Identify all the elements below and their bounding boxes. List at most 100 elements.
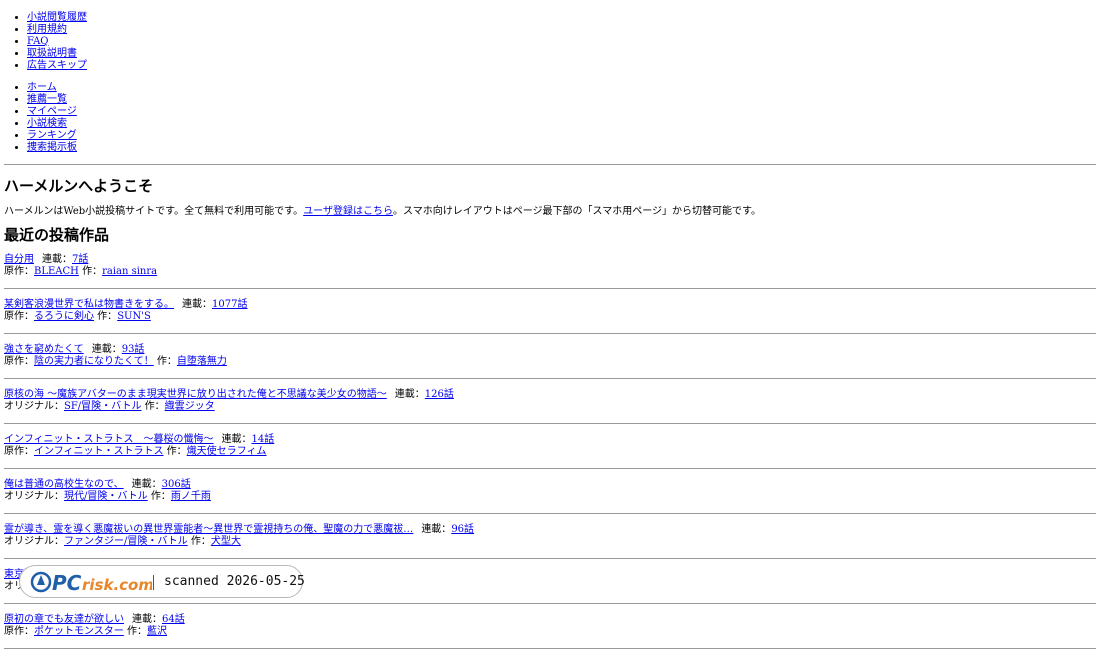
source-link[interactable]: ファンタジー/冒険・バトル (64, 536, 188, 547)
chapter-count-link[interactable]: 1077話 (212, 299, 247, 310)
author-link[interactable]: SUN'S (117, 311, 151, 322)
source-label: オリジナル： (4, 491, 64, 502)
header-nav-link[interactable]: 広告スキップ (27, 60, 87, 71)
work-divider (4, 558, 1096, 559)
work-divider (4, 378, 1096, 379)
work-meta-row: オリジナル：SF/冒険・バトル 作：織雲ジッタ (4, 401, 1096, 413)
page: 小説閲覧履歴利用規約FAQ取扱説明書広告スキップ ホーム推薦一覧マイページ小説検… (0, 0, 1100, 649)
source-label: 原作： (4, 446, 34, 457)
main-nav-item: 推薦一覧 (27, 94, 1096, 106)
work-title-row: 自分用 連載：7話 (4, 254, 1096, 266)
work-divider (4, 333, 1096, 334)
main-nav-link[interactable]: ランキング (27, 130, 77, 141)
work-meta-row: 原作：インフィニット・ストラトス 作：熾天使セラフィム (4, 446, 1096, 458)
work-entry: 霊が導き、霊を導く悪魔祓いの異世界霊能者～異世界で霊視持ちの俺、聖魔の力で悪魔祓… (4, 524, 1096, 559)
source-link[interactable]: 陰の実力者になりたくて！ (34, 356, 154, 367)
source-link[interactable]: BLEACH (34, 266, 79, 277)
work-title-link[interactable]: インフィニット・ストラトス ～暮桜の懺悔～ (4, 434, 214, 445)
chapter-count-link[interactable]: 306話 (162, 479, 191, 490)
source-link[interactable]: SF/冒険・バトル (64, 401, 141, 412)
work-title-link[interactable]: 某剣客浪漫世界で私は物書きをする。 (4, 299, 174, 310)
intro-before: ハーメルンはWeb小説投稿サイトです。全て無料で利用可能です。 (4, 206, 304, 217)
serial-label: 連載： (421, 524, 452, 535)
work-meta-row: オリジナル：ファンタジー/冒険・バトル 作：犬型大 (4, 536, 1096, 548)
author-label: 作： (153, 356, 177, 367)
work-divider (4, 513, 1096, 514)
work-title-link[interactable]: 原初の章でも友達が欲しい (4, 614, 124, 625)
work-title-link[interactable]: 原核の海 〜魔族アバターのまま現実世界に放り出された俺と不思議な美少女の物語〜 (4, 389, 387, 400)
work-meta-row: 原作：ポケットモンスター 作：藍沢 (4, 626, 1096, 638)
chapter-count-link[interactable]: 93話 (122, 344, 145, 355)
source-label: 原作： (4, 311, 34, 322)
work-divider (4, 423, 1096, 424)
author-label: 作： (187, 536, 211, 547)
main-nav-link[interactable]: 推薦一覧 (27, 94, 67, 105)
source-label: 原作： (4, 356, 34, 367)
main-nav-link[interactable]: ホーム (27, 82, 57, 93)
header-nav-link[interactable]: FAQ (27, 36, 49, 47)
author-link[interactable]: 自堕落無力 (177, 356, 227, 367)
main-nav-item: ランキング (27, 130, 1096, 142)
source-link[interactable]: インフィニット・ストラトス (34, 446, 164, 457)
recent-works-title: 最近の投稿作品 (4, 226, 110, 244)
header-nav-link[interactable]: 取扱説明書 (27, 48, 77, 59)
work-title-link[interactable]: 自分用 (4, 254, 34, 265)
author-link[interactable]: 藍沢 (147, 626, 167, 637)
work-title-link[interactable]: 強さを窮めたくて (4, 344, 84, 355)
pcrisk-logo-rest: risk.com (82, 576, 152, 594)
work-title-link[interactable]: 俺は普通の高校生なので、 (4, 479, 124, 490)
author-link[interactable]: raian sinra (102, 266, 157, 277)
chapter-count-link[interactable]: 14話 (252, 434, 275, 445)
work-title-row: インフィニット・ストラトス ～暮桜の懺悔～ 連載：14話 (4, 434, 1096, 446)
source-link[interactable]: るろうに剣心 (34, 311, 94, 322)
header-nav-link[interactable]: 利用規約 (27, 24, 67, 35)
source-link[interactable]: ポケットモンスター (34, 626, 124, 637)
header-nav-item: 利用規約 (27, 24, 1096, 36)
pcrisk-logo-pc: PC (52, 571, 82, 595)
header-links: 小説閲覧履歴利用規約FAQ取扱説明書広告スキップ (4, 12, 1096, 72)
source-link[interactable]: 現代/冒険・バトル (64, 491, 148, 502)
main-nav-link[interactable]: マイページ (27, 106, 77, 117)
author-label: 作： (78, 266, 103, 277)
serial-label: 連載： (182, 299, 212, 310)
work-title-row: 強さを窮めたくて 連載：93話 (4, 344, 1096, 356)
author-label: 作： (123, 626, 147, 637)
serial-label: 連載： (91, 344, 122, 355)
intro-after: 。スマホ向けレイアウトはページ最下部の「スマホ用ページ」から切替可能です。 (393, 206, 761, 217)
work-entry: 原初の章でも友達が欲しい 連載：64話 原作：ポケットモンスター 作：藍沢 (4, 614, 1096, 649)
work-title-row: 霊が導き、霊を導く悪魔祓いの異世界霊能者～異世界で霊視持ちの俺、聖魔の力で悪魔祓… (4, 524, 1096, 536)
header-nav-item: 広告スキップ (27, 60, 1096, 72)
main-nav-link[interactable]: 捜索掲示板 (27, 142, 77, 153)
intro-text: ハーメルンはWeb小説投稿サイトです。全て無料で利用可能です。ユーザ登録はこちら… (4, 206, 1096, 218)
author-link[interactable]: 雨ノ千雨 (171, 491, 211, 502)
chapter-count-link[interactable]: 64話 (162, 614, 185, 625)
main-nav-item: ホーム (27, 82, 1096, 94)
register-link[interactable]: ユーザ登録はこちら (303, 206, 393, 217)
author-link[interactable]: 犬型大 (211, 536, 241, 547)
author-link[interactable]: 熾天使セラフィム (187, 446, 267, 457)
author-label: 作： (147, 491, 171, 502)
serial-label: 連載： (394, 389, 425, 400)
chapter-count-link[interactable]: 126話 (425, 389, 454, 400)
work-meta-row: オリジナル：現代/冒険・バトル 作：雨ノ千雨 (4, 491, 1096, 503)
author-link[interactable]: 織雲ジッタ (165, 401, 215, 412)
header-nav-link[interactable]: 小説閲覧履歴 (27, 12, 87, 23)
author-label: 作： (94, 311, 118, 322)
source-label: 原作： (4, 626, 34, 637)
work-entry: 自分用 連載：7話 原作：BLEACH 作：raian sinra (4, 254, 1096, 289)
scan-stamp: scanned 2026-05-25 (164, 574, 305, 589)
source-label: 原作： (4, 266, 34, 277)
watermark-separator (153, 575, 154, 590)
serial-label: 連載： (42, 254, 72, 265)
chapter-count-link[interactable]: 7話 (72, 254, 88, 265)
header-nav-item: 取扱説明書 (27, 48, 1096, 60)
main-nav-link[interactable]: 小説検索 (27, 118, 67, 129)
header-nav-item: 小説閲覧履歴 (27, 12, 1096, 24)
serial-label: 連載： (131, 479, 162, 490)
main-nav-item: 小説検索 (27, 118, 1096, 130)
work-title-link[interactable]: 霊が導き、霊を導く悪魔祓いの異世界霊能者～異世界で霊視持ちの俺、聖魔の力で悪魔祓… (4, 524, 413, 535)
chapter-count-link[interactable]: 96話 (451, 524, 474, 535)
author-label: 作： (141, 401, 165, 412)
source-label: オリジナル： (4, 401, 64, 412)
pcrisk-logo: PC risk.com (30, 571, 152, 595)
